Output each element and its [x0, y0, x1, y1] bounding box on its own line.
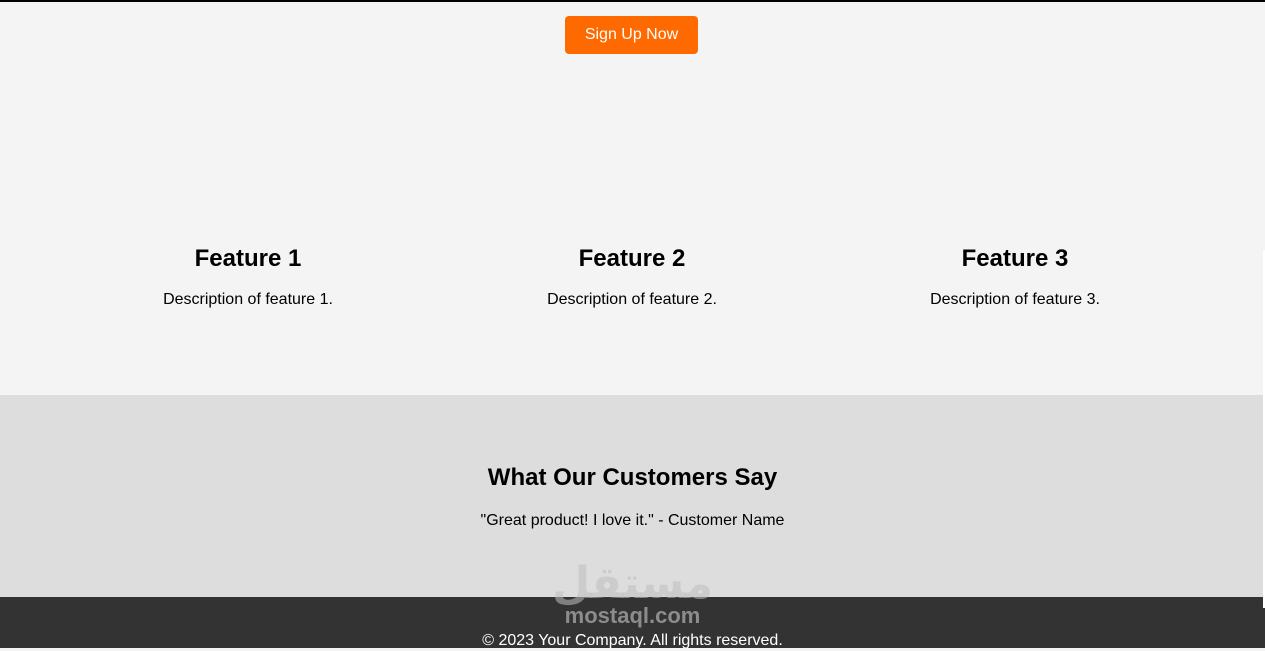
feature-card-3: Feature 3 Description of feature 3.	[865, 242, 1165, 310]
hero-section: Sign Up Now Feature 1 Description of fea…	[0, 2, 1265, 395]
footer-copyright: © 2023 Your Company. All rights reserved…	[482, 632, 783, 649]
feature-title: Feature 3	[961, 245, 1069, 272]
feature-description: Description of feature 2.	[547, 291, 717, 308]
feature-title: Feature 2	[578, 245, 686, 272]
testimonials-heading: What Our Customers Say	[487, 464, 778, 491]
footer: © 2023 Your Company. All rights reserved…	[0, 597, 1265, 649]
sign-up-button[interactable]: Sign Up Now	[565, 16, 698, 54]
testimonial-quote: "Great product! I love it." - Customer N…	[480, 512, 785, 529]
feature-description: Description of feature 3.	[930, 291, 1100, 308]
feature-card-1: Feature 1 Description of feature 1.	[98, 242, 398, 310]
feature-title: Feature 1	[194, 245, 302, 272]
feature-card-2: Feature 2 Description of feature 2.	[482, 242, 782, 310]
testimonials-section: What Our Customers Say "Great product! I…	[0, 395, 1265, 597]
feature-description: Description of feature 1.	[163, 291, 333, 308]
